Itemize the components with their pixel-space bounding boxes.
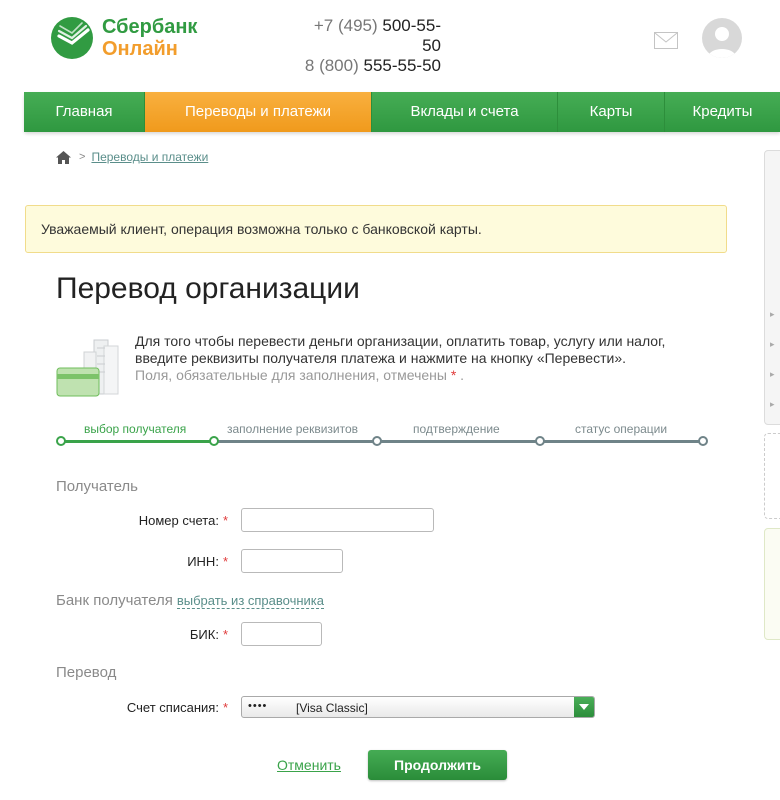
- steps-progress-done: [62, 440, 214, 443]
- home-icon[interactable]: [56, 150, 71, 164]
- side-dashed-panel: [764, 433, 780, 519]
- breadcrumb-link-transfers[interactable]: Переводы и платежи: [91, 150, 208, 164]
- required-star: *: [222, 513, 228, 528]
- step-label-details: заполнение реквизитов: [227, 422, 359, 436]
- phone-2-prefix: 8 (800): [304, 56, 364, 75]
- debit-account-label-text: Счет списания:: [126, 700, 219, 715]
- nav-item-home[interactable]: Главная: [24, 92, 145, 132]
- mail-icon[interactable]: [654, 32, 678, 49]
- inn-label: ИНН: *: [48, 554, 228, 569]
- contact-phones: +7 (495) 500-55-50 8 (800) 555-55-50: [296, 16, 441, 76]
- required-note: Поля, обязательные для заполнения, отмеч…: [135, 367, 715, 384]
- step-label-confirm: подтверждение: [413, 422, 500, 436]
- side-arrow-icon[interactable]: ▸: [770, 309, 780, 320]
- bik-label-text: БИК:: [189, 627, 219, 642]
- bank-section-title: Банк получателя выбрать из справочника: [56, 592, 325, 609]
- step-dot-1: [56, 436, 66, 446]
- bik-input[interactable]: [241, 622, 322, 646]
- bank-section-title-text: Банк получателя: [56, 592, 173, 609]
- side-arrow-icon[interactable]: ▸: [770, 369, 780, 380]
- nav-item-credits[interactable]: Кредиты: [665, 92, 780, 132]
- choose-from-directory-link[interactable]: выбрать из справочника: [176, 593, 325, 609]
- inn-input[interactable]: [241, 549, 343, 573]
- required-star: *: [222, 554, 228, 569]
- required-note-text: Поля, обязательные для заполнения, отмеч…: [135, 367, 447, 383]
- transfer-illustration-icon: [56, 339, 119, 397]
- progress-steps: выбор получателя заполнение реквизитов п…: [56, 418, 716, 448]
- user-avatar-icon[interactable]: [702, 18, 742, 58]
- required-star: *: [222, 700, 228, 715]
- breadcrumb-separator: >: [79, 151, 86, 163]
- phone-2: 8 (800) 555-55-50: [296, 56, 441, 76]
- page-title: Перевод организации: [56, 272, 360, 305]
- required-note-end: .: [460, 367, 465, 383]
- nav-item-transfers[interactable]: Переводы и платежи: [145, 92, 372, 132]
- logo-text: Сбербанк Онлайн: [102, 16, 197, 60]
- required-star: *: [222, 627, 228, 642]
- step-dot-3: [372, 436, 382, 446]
- inn-label-text: ИНН:: [187, 554, 219, 569]
- dropdown-button[interactable]: [574, 697, 594, 717]
- cancel-link[interactable]: Отменить: [277, 757, 341, 773]
- account-number-label-text: Номер счета:: [138, 513, 219, 528]
- phone-1: +7 (495) 500-55-50: [296, 16, 441, 56]
- avatar-silhouette-icon: [708, 27, 736, 58]
- sberbank-logo-icon: [51, 17, 93, 59]
- description: Для того чтобы перевести деньги организа…: [135, 333, 715, 384]
- notice-banner: Уважаемый клиент, операция возможна толь…: [25, 205, 727, 253]
- side-panel: ▸ ▸ ▸ ▸: [764, 150, 780, 425]
- main-nav: Главная Переводы и платежи Вклады и счет…: [24, 92, 780, 132]
- step-label-status: статус операции: [575, 422, 668, 436]
- side-arrow-icon[interactable]: ▸: [770, 339, 780, 350]
- chevron-down-icon: [579, 704, 589, 710]
- card-number-mask: ••••: [248, 700, 268, 712]
- bik-label: БИК: *: [48, 627, 228, 642]
- required-star: *: [450, 367, 457, 383]
- description-text: Для того чтобы перевести деньги организа…: [135, 333, 666, 366]
- debit-account-label: Счет списания: *: [48, 700, 228, 715]
- logo-line-2: Онлайн: [102, 38, 178, 60]
- continue-button[interactable]: Продолжить: [368, 750, 507, 780]
- step-dot-4: [535, 436, 545, 446]
- breadcrumb: > Переводы и платежи: [56, 150, 208, 164]
- step-dot-2: [209, 436, 219, 446]
- nav-item-deposits[interactable]: Вклады и счета: [372, 92, 558, 132]
- transfer-section-title: Перевод: [56, 664, 117, 681]
- steps-progress-remaining: [214, 440, 704, 443]
- account-number-label: Номер счета: *: [48, 513, 228, 528]
- logo-line-1: Сбербанк: [102, 16, 198, 38]
- phone-2-number: 555-55-50: [363, 56, 441, 75]
- side-arrow-icon[interactable]: ▸: [770, 399, 780, 410]
- account-number-input[interactable]: [241, 508, 434, 532]
- card-type: [Visa Classic]: [296, 701, 368, 715]
- nav-item-cards[interactable]: Карты: [558, 92, 665, 132]
- side-info-panel: [764, 528, 780, 640]
- debit-account-select[interactable]: •••• [Visa Classic]: [241, 696, 595, 718]
- step-dot-5: [698, 436, 708, 446]
- sberbank-logo[interactable]: Сбербанк Онлайн: [50, 14, 210, 64]
- phone-1-number: 500-55-50: [382, 16, 441, 55]
- recipient-section-title: Получатель: [56, 478, 138, 495]
- step-label-recipient: выбор получателя: [84, 422, 187, 436]
- phone-1-prefix: +7 (495): [313, 16, 383, 35]
